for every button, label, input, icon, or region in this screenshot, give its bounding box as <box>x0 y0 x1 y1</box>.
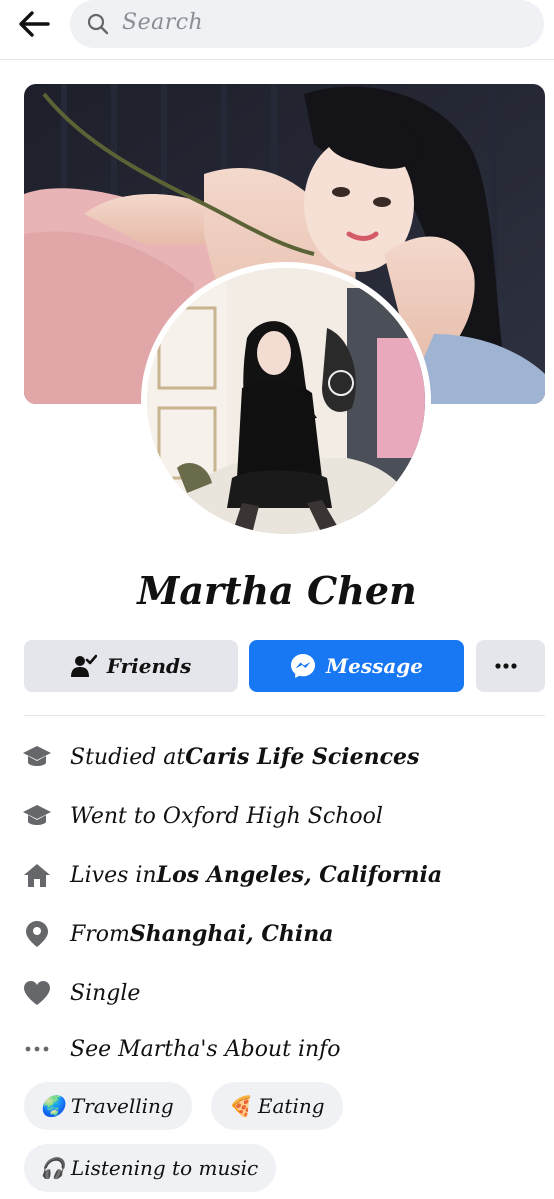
section-divider <box>24 715 545 716</box>
back-arrow-icon[interactable] <box>14 6 54 42</box>
about-bold: Caris Life Sciences <box>185 744 420 770</box>
about-text: Lives in <box>70 862 157 888</box>
message-button[interactable]: Message <box>249 640 464 692</box>
about-text: Studied at <box>70 744 186 770</box>
about-text: Went to Oxford High School <box>70 803 383 829</box>
see-about-info-link[interactable]: See Martha's About info <box>22 1031 552 1067</box>
location-pin-icon <box>22 919 52 949</box>
hobby-chip-eating[interactable]: 🍕 Eating <box>211 1082 343 1130</box>
hobby-chip-travelling[interactable]: 🌏 Travelling <box>24 1082 192 1130</box>
profile-name: Martha Chen <box>137 568 417 613</box>
more-options-button[interactable] <box>476 640 545 692</box>
pizza-icon: 🍕 <box>227 1094 252 1118</box>
search-icon <box>87 13 109 35</box>
about-text: Single <box>70 980 141 1006</box>
hobby-label: Travelling <box>70 1094 174 1118</box>
hobby-chip-music[interactable]: 🎧 Listening to music <box>24 1144 277 1192</box>
graduation-cap-icon <box>22 801 52 831</box>
home-icon <box>22 860 52 890</box>
about-row-from: From Shanghai, China <box>22 916 552 952</box>
hobby-label: Listening to music <box>70 1156 259 1180</box>
friend-check-icon <box>70 654 97 677</box>
messenger-icon <box>290 654 315 678</box>
message-label: Message <box>325 654 424 678</box>
profile-avatar[interactable] <box>141 262 431 540</box>
globe-icon: 🌏 <box>40 1094 65 1118</box>
search-input[interactable]: Search <box>70 0 544 48</box>
about-row-lives: Lives in Los Angeles, California <box>22 857 552 893</box>
search-placeholder: Search <box>122 10 204 35</box>
top-bar: Search <box>0 0 554 60</box>
friends-button[interactable]: Friends <box>24 640 238 692</box>
more-dots-icon <box>22 1034 52 1064</box>
graduation-cap-icon <box>22 742 52 772</box>
friends-label: Friends <box>106 654 192 678</box>
headphones-icon: 🎧 <box>40 1156 65 1180</box>
about-text: From <box>70 921 130 947</box>
more-dots-icon <box>494 663 517 669</box>
about-text: See Martha's About info <box>70 1036 341 1062</box>
about-row-relationship: Single <box>22 975 552 1011</box>
about-row-education: Studied at Caris Life Sciences <box>22 739 552 775</box>
about-bold: Shanghai, China <box>129 921 334 947</box>
about-bold: Los Angeles, California <box>156 862 443 888</box>
hobby-label: Eating <box>257 1094 325 1118</box>
about-row-school: Went to Oxford High School <box>22 798 552 834</box>
heart-icon <box>22 978 52 1008</box>
